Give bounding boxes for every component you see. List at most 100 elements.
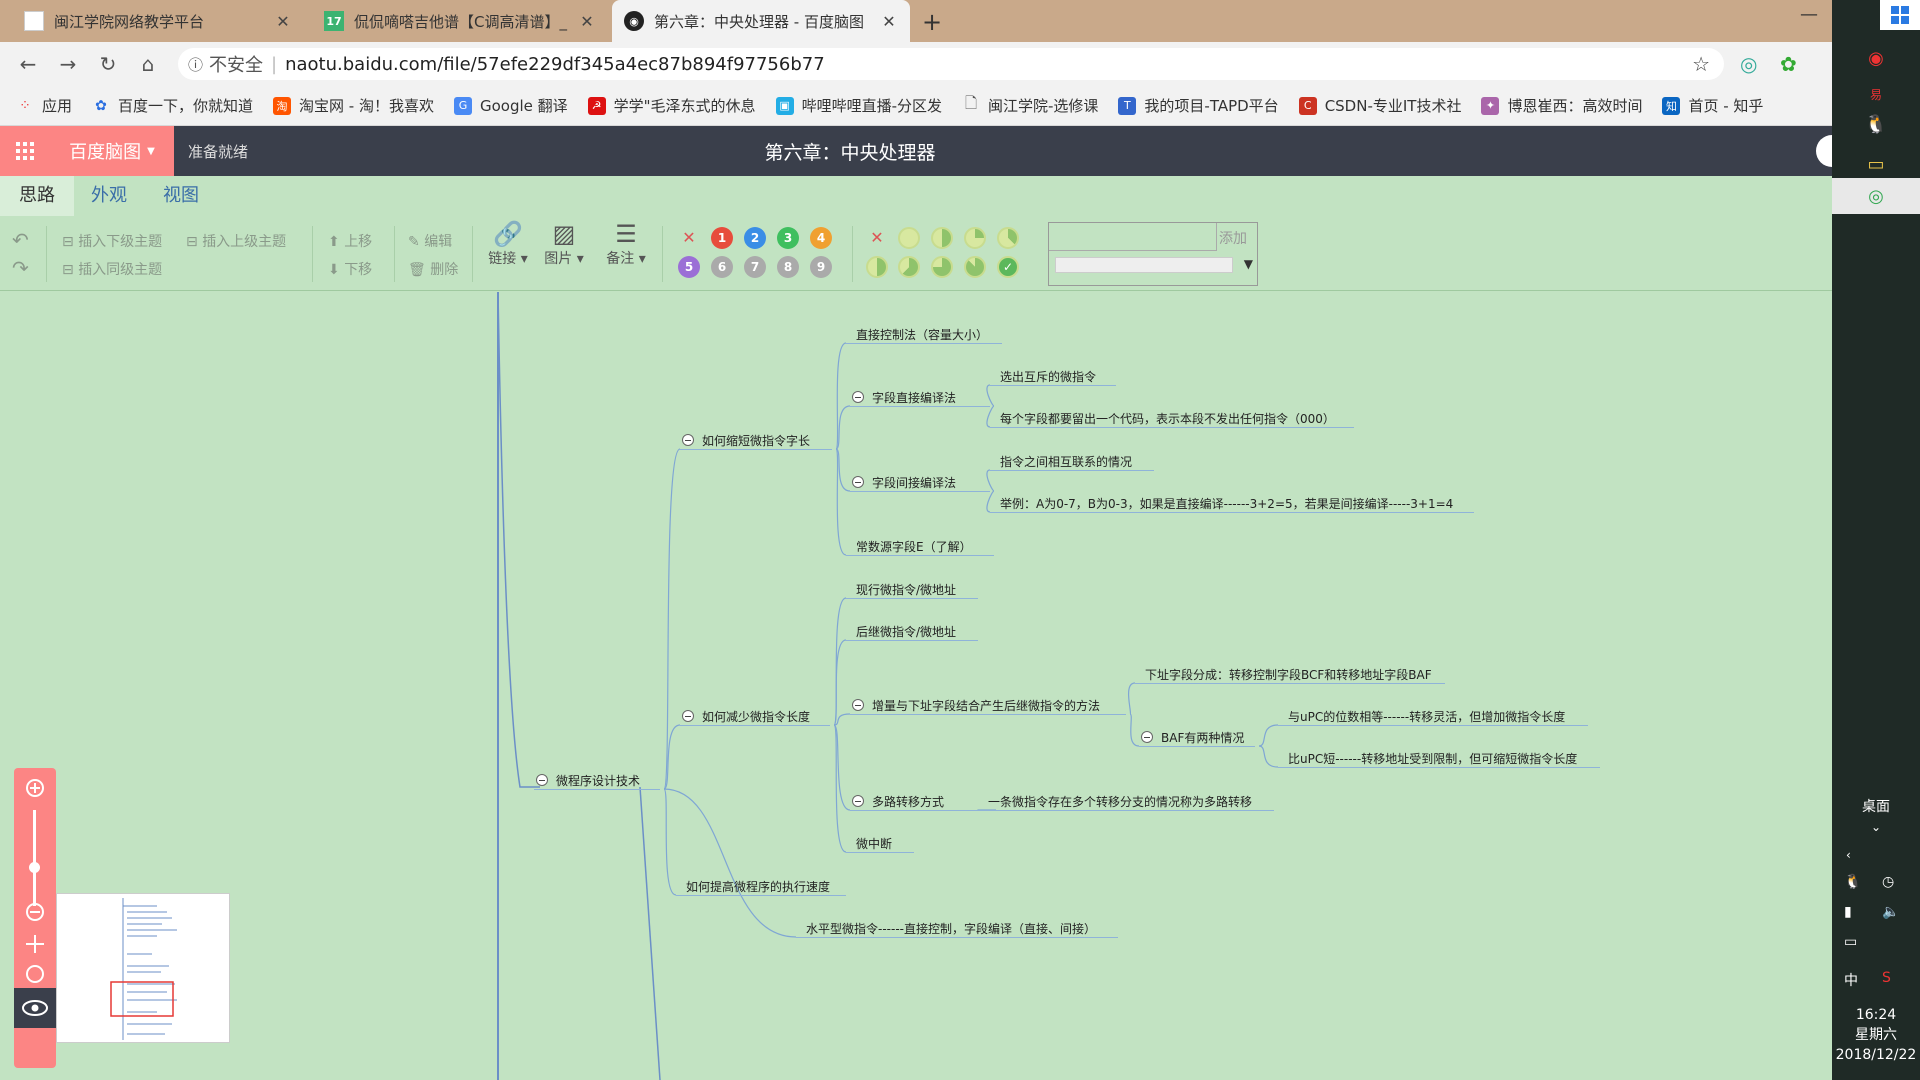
- document-title[interactable]: 第六章：中央处理器: [0, 138, 1700, 165]
- chevron-left-icon[interactable]: ‹: [1846, 848, 1851, 862]
- tab-naotu[interactable]: ◉ 第六章：中央处理器 - 百度脑图 ✕: [612, 0, 910, 42]
- close-icon[interactable]: ✕: [880, 12, 898, 31]
- note-button[interactable]: ☰ 备注 ▾: [602, 220, 650, 268]
- mindmap-node[interactable]: 多路转移方式: [872, 793, 944, 810]
- bookmark-baidu[interactable]: ✿ 百度一下，你就知道: [92, 95, 253, 116]
- progress-3-icon[interactable]: [964, 227, 986, 249]
- progress-7-icon[interactable]: [931, 256, 953, 278]
- info-icon[interactable]: ⓘ: [188, 54, 203, 75]
- bookmark-mao[interactable]: ☭ 学学"毛泽东式的休息: [587, 95, 756, 116]
- bookmark-csdn[interactable]: C CSDN-专业IT技术社: [1298, 95, 1461, 116]
- zoom-in-icon[interactable]: [23, 776, 47, 800]
- mindmap-node[interactable]: 水平型微指令------直接控制，字段编译（直接、间接）: [806, 920, 1096, 937]
- back-icon[interactable]: ←: [8, 52, 48, 76]
- insert-parent-button[interactable]: ⊟ 插入上级主题: [186, 231, 286, 251]
- minimize-icon[interactable]: —: [1800, 4, 1818, 25]
- sogou-icon[interactable]: S: [1882, 970, 1891, 986]
- bookmark-star-icon[interactable]: ☆: [1692, 52, 1710, 76]
- qq-tray-icon[interactable]: 🐧: [1844, 874, 1861, 890]
- mindmap-node[interactable]: 与uPC的位数相等------转移灵活，但增加微指令长度: [1288, 708, 1565, 725]
- collapse-toggle-icon[interactable]: [1141, 731, 1153, 743]
- minimap-navigator[interactable]: [56, 893, 230, 1043]
- priority-9-icon[interactable]: 9: [810, 256, 832, 278]
- mindmap-node[interactable]: 微中断: [856, 835, 892, 852]
- mindmap-node[interactable]: 下址字段分成：转移控制字段BCF和转移地址字段BAF: [1145, 666, 1432, 683]
- bookmark-bilibili[interactable]: ▣ 哔哩哔哩直播-分区发: [775, 95, 942, 116]
- paw-extension-icon[interactable]: ✿: [1780, 52, 1797, 76]
- mindmap-node[interactable]: 如何缩短微指令字长: [702, 432, 810, 449]
- mindmap-node[interactable]: 后继微指令/微地址: [856, 623, 956, 640]
- clock-tray-icon[interactable]: ◷: [1882, 874, 1894, 890]
- priority-7-icon[interactable]: 7: [744, 256, 766, 278]
- priority-6-icon[interactable]: 6: [711, 256, 733, 278]
- remove-priority-icon[interactable]: ✕: [678, 227, 700, 249]
- mindmap-node[interactable]: 字段直接编译法: [872, 389, 956, 406]
- qq-penguin-icon[interactable]: 🐧: [1858, 106, 1894, 142]
- locate-center-icon[interactable]: [23, 962, 47, 986]
- chrome-icon[interactable]: ◎: [1832, 178, 1920, 214]
- extension-icon[interactable]: ◎: [1740, 52, 1757, 76]
- tab-guitar[interactable]: 17 侃侃嘀嗒吉他谱【C调高清谱】_ ✕: [312, 0, 608, 42]
- tag-input[interactable]: [1049, 223, 1217, 251]
- mindmap-node[interactable]: 微程序设计技术: [556, 772, 640, 789]
- reload-icon[interactable]: ↻: [88, 52, 128, 76]
- close-icon[interactable]: ✕: [274, 12, 292, 31]
- move-canvas-icon[interactable]: [23, 932, 47, 956]
- collapse-toggle-icon[interactable]: [852, 391, 864, 403]
- forward-icon[interactable]: →: [48, 52, 88, 76]
- collapse-toggle-icon[interactable]: [852, 476, 864, 488]
- progress-8-icon[interactable]: [964, 256, 986, 278]
- tab-view[interactable]: 视图: [144, 176, 218, 216]
- tab-idea[interactable]: 思路: [0, 176, 74, 216]
- image-button[interactable]: ▨ 图片 ▾: [540, 220, 588, 268]
- mindmap-node[interactable]: 指令之间相互联系的情况: [1000, 453, 1132, 470]
- progress-6-icon[interactable]: [898, 256, 920, 278]
- collapse-toggle-icon[interactable]: [682, 710, 694, 722]
- mindmap-canvas[interactable]: 直接控制法（容量大小） 字段直接编译法 选出互斥的微指令 每个字段都要留出一个代码，表…: [0, 292, 1832, 1080]
- weibo-icon[interactable]: ◉: [1858, 40, 1894, 76]
- collapse-toggle-icon[interactable]: [852, 699, 864, 711]
- bookmark-brian-tracy[interactable]: ✦ 博恩崔西：高效时间: [1481, 95, 1642, 116]
- mindmap-node[interactable]: 选出互斥的微指令: [1000, 368, 1096, 385]
- folder-icon[interactable]: ▭: [1858, 146, 1894, 182]
- bookmark-google-translate[interactable]: G Google 翻译: [453, 95, 568, 116]
- progress-4-icon[interactable]: [997, 227, 1019, 249]
- add-tag-button[interactable]: 添加: [1219, 228, 1247, 248]
- mindmap-node[interactable]: 如何减少微指令长度: [702, 708, 810, 725]
- double-chevron-down-icon[interactable]: ⌄: [1832, 820, 1920, 834]
- url-input[interactable]: ⓘ 不安全 | naotu.baidu.com/file/57efe229df3…: [178, 48, 1724, 80]
- priority-5-icon[interactable]: 5: [678, 256, 700, 278]
- tab-appearance[interactable]: 外观: [72, 176, 146, 216]
- zoom-out-icon[interactable]: [23, 900, 47, 924]
- insert-child-button[interactable]: ⊟ 插入下级主题: [62, 231, 162, 251]
- volume-icon[interactable]: 🔈: [1882, 904, 1899, 920]
- tab-mjxy[interactable]: 闽江学院网络教学平台 ✕: [12, 0, 304, 42]
- home-icon[interactable]: ⌂: [128, 52, 168, 76]
- new-tab-button[interactable]: +: [922, 8, 942, 36]
- bookmark-elective[interactable]: 🗋 闽江学院-选修课: [962, 94, 1098, 116]
- bookmark-zhihu[interactable]: 知首页 - 知乎: [1662, 95, 1763, 116]
- system-clock[interactable]: 16:24 星期六 2018/12/22: [1832, 1005, 1920, 1065]
- mindmap-node[interactable]: 直接控制法（容量大小）: [856, 326, 988, 343]
- priority-8-icon[interactable]: 8: [777, 256, 799, 278]
- ime-indicator[interactable]: 中: [1844, 970, 1858, 990]
- link-button[interactable]: 🔗 链接 ▾: [484, 220, 532, 268]
- progress-1-icon[interactable]: [898, 227, 920, 249]
- bookmark-tapd[interactable]: T 我的项目-TAPD平台: [1118, 95, 1279, 116]
- bookmark-apps[interactable]: ⁘ 应用: [16, 95, 72, 116]
- mindmap-node[interactable]: BAF有两种情况: [1161, 729, 1244, 746]
- insert-sibling-button[interactable]: ⊟ 插入同级主题: [62, 259, 162, 279]
- mindmap-node[interactable]: 常数源字段E（了解）: [856, 538, 972, 555]
- mindmap-node[interactable]: 比uPC短------转移地址受到限制，但可缩短微指令长度: [1288, 750, 1577, 767]
- undo-icon[interactable]: ↶: [12, 228, 29, 252]
- priority-3-icon[interactable]: 3: [777, 227, 799, 249]
- priority-1-icon[interactable]: 1: [711, 227, 733, 249]
- mindmap-node[interactable]: 字段间接编译法: [872, 474, 956, 491]
- priority-4-icon[interactable]: 4: [810, 227, 832, 249]
- edit-button[interactable]: ✎ 编辑: [408, 231, 452, 251]
- redo-icon[interactable]: ↷: [12, 256, 29, 280]
- viewport-rect[interactable]: [110, 981, 174, 1017]
- chevron-down-icon[interactable]: ▼: [1244, 257, 1253, 271]
- move-down-button[interactable]: ⬇ 下移: [328, 259, 372, 279]
- zoom-slider[interactable]: [33, 810, 36, 906]
